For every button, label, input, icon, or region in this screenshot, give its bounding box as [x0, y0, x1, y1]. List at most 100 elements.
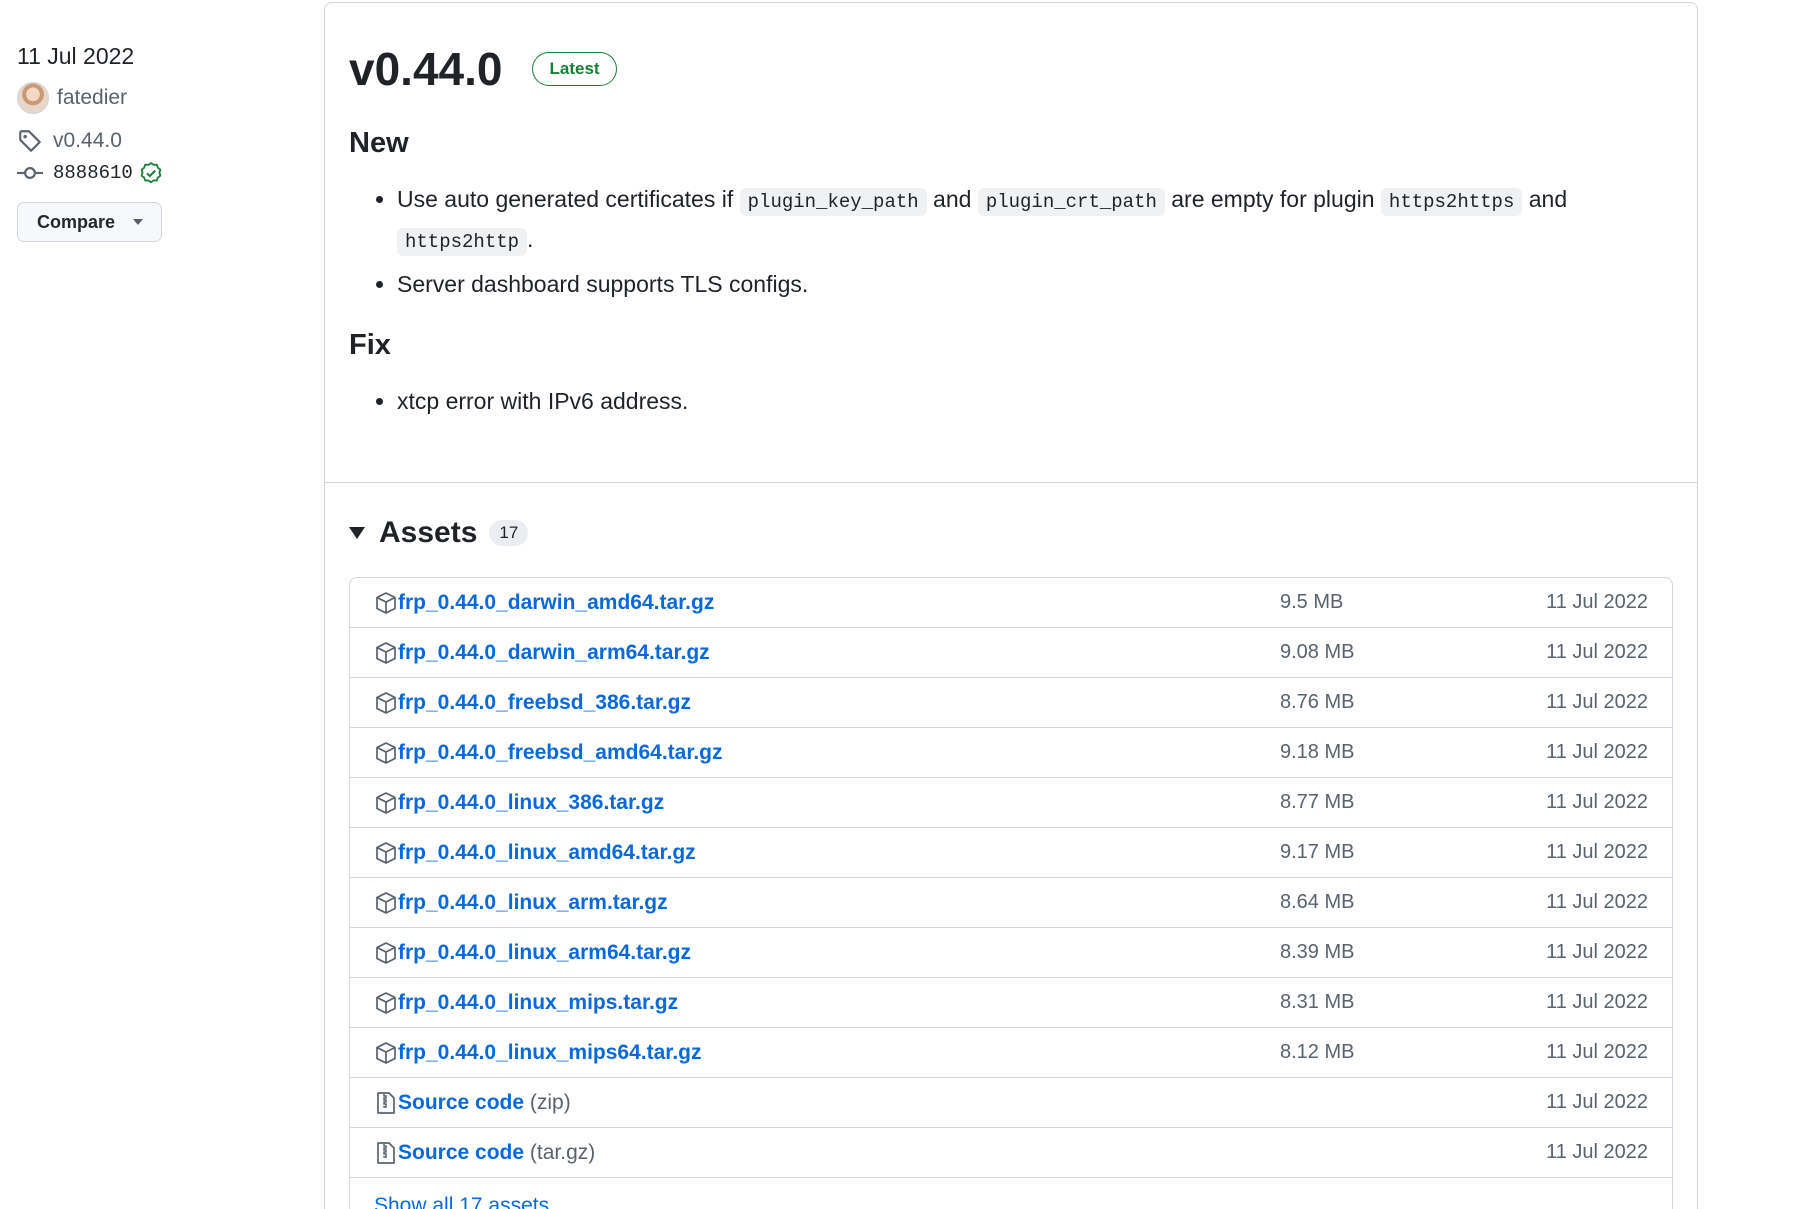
fix-item: xtcp error with IPv6 address. [397, 383, 1673, 420]
asset-link[interactable]: frp_0.44.0_linux_mips64.tar.gz [398, 1041, 701, 1065]
assets-title: Assets [379, 516, 478, 549]
asset-size: 9.5 MB [1280, 591, 1344, 613]
asset-link[interactable]: frp_0.44.0_freebsd_386.tar.gz [398, 691, 691, 715]
tag-name[interactable]: v0.44.0 [53, 129, 122, 153]
asset-date: 11 Jul 2022 [1546, 591, 1648, 613]
source-zip-name: Source code [398, 1090, 525, 1114]
release-title[interactable]: v0.44.0 [349, 39, 502, 99]
asset-row: frp_0.44.0_darwin_amd64.tar.gz 9.5 MB 11… [350, 578, 1672, 628]
release-header: v0.44.0 Latest [349, 39, 1673, 99]
package-icon [376, 941, 396, 964]
asset-size: 9.08 MB [1280, 641, 1355, 663]
show-all-assets-link[interactable]: Show all 17 assets [350, 1178, 1672, 1209]
asset-size: 8.39 MB [1280, 941, 1355, 963]
tag-icon [19, 130, 41, 152]
file-zip-icon [377, 1091, 395, 1114]
source-zip-ext: (zip) [529, 1090, 571, 1114]
new-item: Server dashboard supports TLS configs. [397, 266, 1673, 303]
new-item: Use auto generated certificates if plugi… [397, 181, 1673, 261]
assets-section: Assets 17 frp_0.44.0_darwin_amd64.tar.gz… [325, 483, 1697, 1209]
release-date: 11 Jul 2022 [17, 43, 135, 69]
asset-row-source-zip: Source code (zip) 11 Jul 2022 [350, 1078, 1672, 1128]
source-tar-link[interactable]: Source code (tar.gz) [398, 1141, 595, 1165]
new-list: Use auto generated certificates if plugi… [349, 181, 1673, 303]
asset-date: 11 Jul 2022 [1546, 741, 1648, 763]
assets-toggle[interactable]: Assets 17 [349, 511, 1673, 555]
asset-row-source-tar: Source code (tar.gz) 11 Jul 2022 [350, 1128, 1672, 1178]
release-card: v0.44.0 Latest New Use auto generated ce… [324, 2, 1698, 1209]
source-tar-name: Source code [398, 1140, 525, 1164]
asset-row: frp_0.44.0_linux_mips64.tar.gz 8.12 MB 1… [350, 1028, 1672, 1078]
asset-link[interactable]: frp_0.44.0_linux_amd64.tar.gz [398, 841, 696, 865]
inline-code: plugin_crt_path [977, 188, 1165, 216]
release-body: v0.44.0 Latest New Use auto generated ce… [325, 3, 1697, 483]
author-avatar[interactable] [17, 82, 49, 114]
asset-row: frp_0.44.0_linux_arm64.tar.gz 8.39 MB 11… [350, 928, 1672, 978]
asset-link[interactable]: frp_0.44.0_darwin_arm64.tar.gz [398, 641, 710, 665]
asset-size: 9.18 MB [1280, 741, 1355, 763]
caret-down-icon [133, 219, 144, 225]
package-icon [376, 1041, 396, 1064]
fix-heading: Fix [349, 329, 391, 361]
compare-button[interactable]: Compare [17, 202, 163, 242]
asset-size: 9.17 MB [1280, 841, 1355, 863]
author-row[interactable]: fatedier [17, 82, 307, 114]
note-text: and [1522, 186, 1568, 212]
author-name[interactable]: fatedier [57, 86, 127, 110]
note-text: . [527, 226, 534, 252]
asset-date: 11 Jul 2022 [1546, 841, 1648, 863]
asset-link[interactable]: frp_0.44.0_linux_mips.tar.gz [398, 991, 678, 1015]
package-icon [376, 991, 396, 1014]
asset-date: 11 Jul 2022 [1546, 1141, 1648, 1163]
package-icon [376, 641, 396, 664]
asset-link[interactable]: frp_0.44.0_freebsd_amd64.tar.gz [398, 741, 723, 765]
inline-code: plugin_key_path [739, 188, 927, 216]
asset-date: 11 Jul 2022 [1546, 891, 1648, 913]
asset-row: frp_0.44.0_darwin_arm64.tar.gz 9.08 MB 1… [350, 628, 1672, 678]
package-icon [376, 891, 396, 914]
git-commit-icon [17, 167, 43, 179]
asset-size: 8.77 MB [1280, 791, 1355, 813]
asset-link[interactable]: frp_0.44.0_linux_arm.tar.gz [398, 891, 668, 915]
asset-date: 11 Jul 2022 [1546, 1041, 1648, 1063]
asset-list: frp_0.44.0_darwin_amd64.tar.gz 9.5 MB 11… [349, 577, 1673, 1209]
triangle-down-icon [349, 527, 365, 539]
asset-size: 8.31 MB [1280, 991, 1355, 1013]
note-text: are empty for plugin [1164, 186, 1381, 212]
package-icon [376, 741, 396, 764]
asset-size: 8.64 MB [1280, 891, 1355, 913]
asset-date: 11 Jul 2022 [1546, 1091, 1648, 1113]
note-text: Use auto generated certificates if [397, 186, 740, 212]
asset-row: frp_0.44.0_linux_arm.tar.gz 8.64 MB 11 J… [350, 878, 1672, 928]
asset-date: 11 Jul 2022 [1546, 791, 1648, 813]
commit-sha[interactable]: 8888610 [53, 162, 133, 184]
package-icon [376, 591, 396, 614]
asset-row: frp_0.44.0_freebsd_amd64.tar.gz 9.18 MB … [350, 728, 1672, 778]
release-page: 11 Jul 2022 fatedier v0.44.0 8888610 Com… [0, 0, 1810, 1209]
compare-label: Compare [37, 211, 116, 232]
asset-date: 11 Jul 2022 [1546, 641, 1648, 663]
new-heading: New [349, 127, 409, 159]
release-meta: 11 Jul 2022 fatedier v0.44.0 8888610 Com… [17, 40, 307, 242]
note-text: and [926, 186, 978, 212]
assets-count: 17 [489, 520, 529, 546]
source-tar-ext: (tar.gz) [529, 1140, 596, 1164]
commit-row[interactable]: 8888610 [17, 160, 307, 186]
asset-row: frp_0.44.0_linux_mips.tar.gz 8.31 MB 11 … [350, 978, 1672, 1028]
asset-row: frp_0.44.0_linux_386.tar.gz 8.77 MB 11 J… [350, 778, 1672, 828]
asset-row: frp_0.44.0_linux_amd64.tar.gz 9.17 MB 11… [350, 828, 1672, 878]
asset-row: frp_0.44.0_freebsd_386.tar.gz 8.76 MB 11… [350, 678, 1672, 728]
inline-code: https2https [1380, 188, 1523, 216]
package-icon [376, 841, 396, 864]
verified-check-icon[interactable] [139, 161, 163, 185]
asset-link[interactable]: frp_0.44.0_linux_arm64.tar.gz [398, 941, 691, 965]
source-zip-link[interactable]: Source code (zip) [398, 1091, 571, 1115]
fix-list: xtcp error with IPv6 address. [349, 383, 1673, 420]
asset-size: 8.12 MB [1280, 1041, 1355, 1063]
tag-row[interactable]: v0.44.0 [17, 128, 307, 154]
asset-link[interactable]: frp_0.44.0_linux_386.tar.gz [398, 791, 664, 815]
asset-link[interactable]: frp_0.44.0_darwin_amd64.tar.gz [398, 591, 714, 615]
asset-size: 8.76 MB [1280, 691, 1355, 713]
file-zip-icon [377, 1141, 395, 1164]
asset-date: 11 Jul 2022 [1546, 991, 1648, 1013]
